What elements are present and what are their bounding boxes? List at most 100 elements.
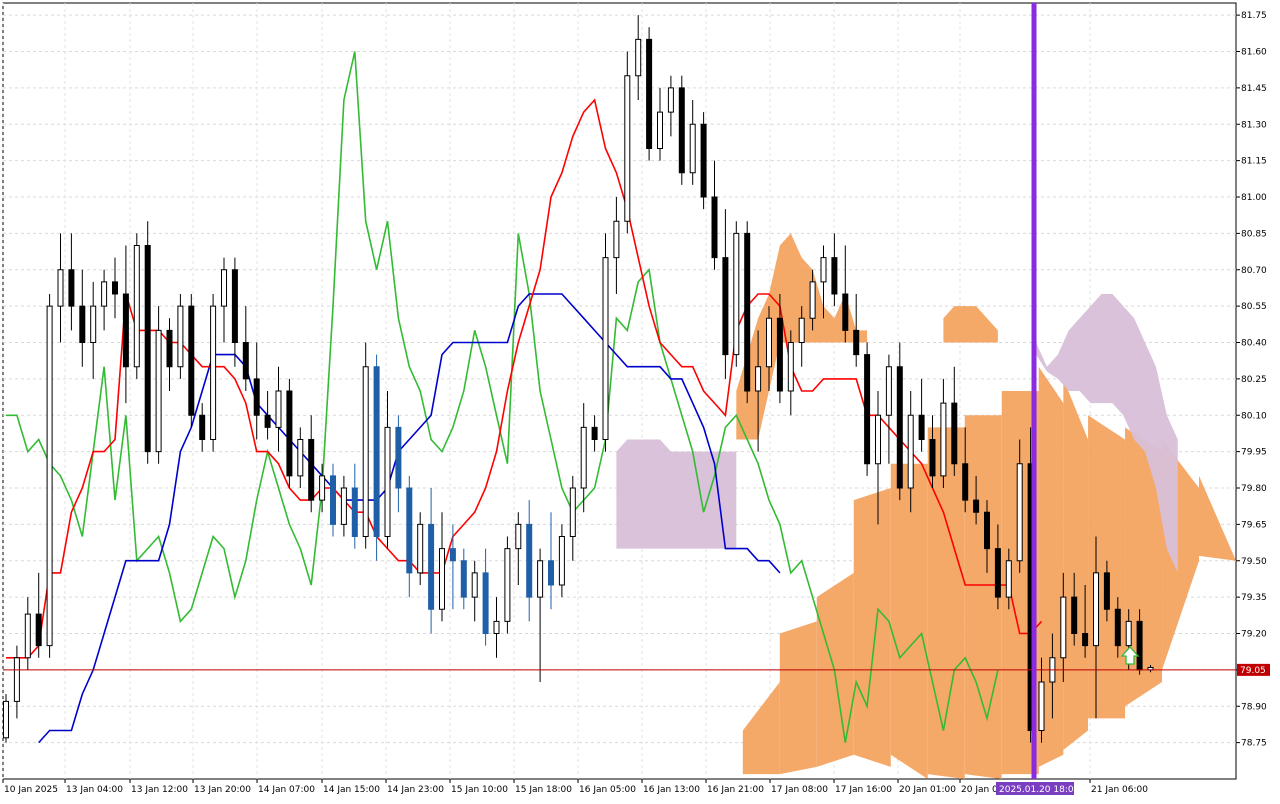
candle-body <box>177 305 184 368</box>
candle-body <box>297 439 304 477</box>
cursor-label: 2025.01.20 18:00 <box>999 785 1080 795</box>
candle-body <box>798 317 805 343</box>
candle-body <box>973 499 980 513</box>
x-tick-label: 14 Jan 15:00 <box>323 785 380 795</box>
candle-body <box>744 232 751 392</box>
candle-body <box>68 269 75 307</box>
x-tick-label: 20 Jan 01:00 <box>899 785 956 795</box>
candle-body <box>1125 620 1132 647</box>
candle-body <box>1103 572 1110 610</box>
candle-body <box>853 329 860 356</box>
candle-body <box>831 257 838 295</box>
y-tick-label: 80.25 <box>1241 375 1267 385</box>
candle-body <box>166 329 173 368</box>
candle-body <box>351 487 358 537</box>
y-tick-label: 81.30 <box>1241 120 1267 130</box>
candle-body <box>155 329 162 453</box>
cloud-segment <box>1063 378 1089 750</box>
candle-body <box>1082 633 1089 647</box>
candle-body <box>3 700 9 739</box>
candle-body <box>449 548 456 562</box>
candle-body <box>885 366 892 416</box>
candle-body <box>90 305 97 343</box>
candle-body <box>439 548 445 610</box>
candle-body <box>526 523 533 598</box>
candle-body <box>286 390 293 477</box>
x-tick-label: 16 Jan 05:00 <box>579 785 636 795</box>
candle-body <box>842 293 849 331</box>
candle-body <box>460 560 467 598</box>
y-tick-label: 79.95 <box>1241 448 1267 458</box>
y-tick-label: 79.20 <box>1241 630 1267 640</box>
candle-body <box>210 305 217 440</box>
candle-body <box>809 281 816 319</box>
y-tick-label: 78.75 <box>1241 739 1267 749</box>
current-price-label: 79.05 <box>1240 666 1266 676</box>
candle-body <box>918 414 925 440</box>
candle-body <box>504 548 511 622</box>
candle-body <box>24 613 31 659</box>
y-tick-label: 79.35 <box>1241 593 1267 603</box>
candle-body <box>787 342 794 392</box>
candle-body <box>1016 463 1023 562</box>
candle-body <box>482 572 489 634</box>
y-tick-label: 80.55 <box>1241 302 1267 312</box>
y-tick-label: 80.85 <box>1241 229 1267 239</box>
candle-body <box>199 414 206 440</box>
x-tick-label: 20 Jan 0 <box>961 785 998 795</box>
candle-body <box>537 560 544 598</box>
chart-canvas[interactable]: 81.75 81.60 81.45 81.30 81.15 81.00 80.85 80.70… <box>0 0 1280 800</box>
candle-body <box>384 426 391 537</box>
candle-body <box>133 245 140 368</box>
y-tick-label: 81.60 <box>1241 48 1267 58</box>
y-tick-label: 80.10 <box>1241 411 1267 421</box>
candle-body <box>984 511 990 550</box>
cloud-segment <box>890 463 928 779</box>
x-tick-label: 17 Jan 16:00 <box>835 785 892 795</box>
candle-body <box>1071 596 1078 634</box>
candle-body <box>864 354 871 465</box>
candle-body <box>624 75 631 222</box>
y-tick-label: 80.40 <box>1241 339 1267 349</box>
candle-body <box>112 281 118 295</box>
candle-body <box>264 414 271 428</box>
candle-body <box>613 220 620 259</box>
candle-body <box>1038 681 1045 731</box>
x-tick-label: 15 Jan 10:00 <box>451 785 508 795</box>
candle-body <box>766 317 772 368</box>
cloud-segment <box>779 621 817 775</box>
candle-body <box>646 38 653 149</box>
candle-body <box>35 613 42 647</box>
candle-body <box>558 536 565 586</box>
candle-body <box>395 426 402 489</box>
x-tick-label: 13 Jan 20:00 <box>194 785 251 795</box>
candle-body <box>13 657 20 702</box>
candle-body <box>569 487 576 537</box>
candle-body <box>57 269 64 307</box>
candle-body <box>122 293 129 368</box>
x-tick-label: 13 Jan 12:00 <box>131 785 188 795</box>
candle-body <box>1005 560 1012 598</box>
candle-body <box>755 366 762 392</box>
candle-body <box>580 426 587 489</box>
candle-body <box>929 439 936 477</box>
candle-body <box>635 38 642 77</box>
candle-body <box>242 342 249 380</box>
candle-body <box>253 378 260 416</box>
candle-body <box>940 402 947 477</box>
candle-body <box>79 305 86 343</box>
y-tick-label: 79.65 <box>1241 520 1267 530</box>
candle-body <box>275 390 282 428</box>
x-tick-label: 16 Jan 21:00 <box>707 785 764 795</box>
candle-body <box>362 366 369 537</box>
price-axis: 81.75 81.60 81.45 81.30 81.15 81.00 80.85 80.70… <box>1236 11 1270 749</box>
candle-body <box>471 572 478 598</box>
candle-body <box>188 305 195 416</box>
candle-body <box>820 257 827 283</box>
candle-body <box>907 414 914 489</box>
ichimoku-chart[interactable]: 81.75 81.60 81.45 81.30 81.15 81.00 80.85 80.70… <box>0 0 1280 800</box>
cloud-segment <box>927 427 965 779</box>
candle-body <box>667 87 674 113</box>
candle-body <box>221 269 227 307</box>
candle-body <box>689 123 696 174</box>
